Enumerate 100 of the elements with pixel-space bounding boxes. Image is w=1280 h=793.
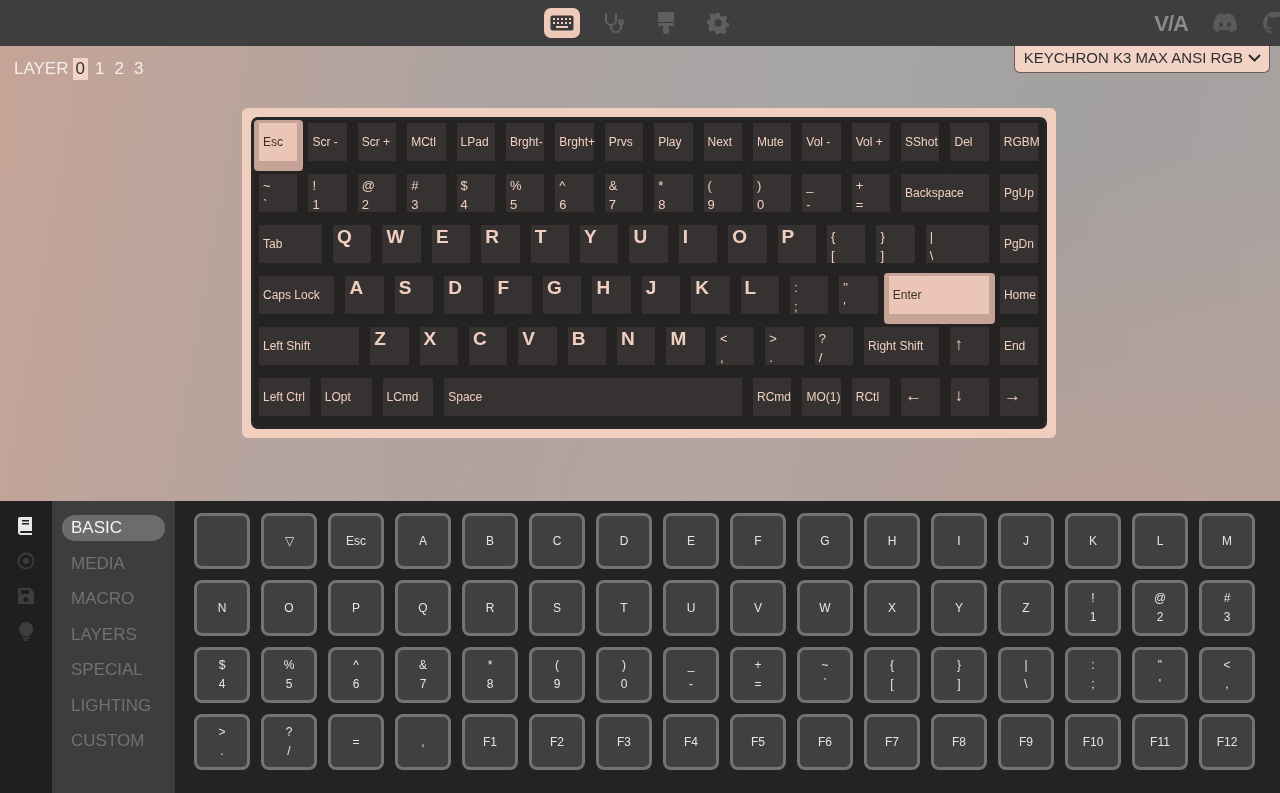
key[interactable]: ^ 6 xyxy=(550,171,600,222)
keycode-key[interactable]: F5 xyxy=(730,714,786,770)
keycode-key[interactable]: V xyxy=(730,580,786,636)
keycode-key[interactable]: A xyxy=(395,513,451,569)
key[interactable]: Vol + xyxy=(846,120,897,171)
key[interactable]: C xyxy=(463,324,514,375)
layer-tab[interactable]: 0 xyxy=(72,57,88,80)
key[interactable]: @ 2 xyxy=(352,171,403,222)
save-tab[interactable] xyxy=(15,585,37,607)
keycode-key[interactable]: I xyxy=(931,513,987,569)
key[interactable]: B xyxy=(562,324,613,375)
key[interactable]: → xyxy=(994,375,1045,426)
keycode-key[interactable]: J xyxy=(998,513,1054,569)
keycode-key[interactable]: + = xyxy=(730,647,786,703)
keycode-key[interactable]: T xyxy=(596,580,652,636)
keycode-key[interactable]: " ' xyxy=(1132,647,1188,703)
key[interactable]: ~ ` xyxy=(254,171,304,222)
keycode-key[interactable]: F6 xyxy=(797,714,853,770)
key[interactable]: Play xyxy=(649,120,699,171)
keycode-key[interactable]: E xyxy=(663,513,719,569)
keycode-key[interactable]: S xyxy=(529,580,585,636)
key[interactable]: W xyxy=(377,222,427,273)
keycode-key[interactable]: F3 xyxy=(596,714,652,770)
keycode-key[interactable]: F9 xyxy=(998,714,1054,770)
key[interactable]: Right Shift xyxy=(859,324,946,375)
key[interactable]: Tab xyxy=(254,222,329,273)
keycode-key[interactable]: F12 xyxy=(1199,714,1255,770)
key[interactable]: X xyxy=(414,324,464,375)
key[interactable]: + = xyxy=(846,171,897,222)
key[interactable]: Q xyxy=(328,222,378,273)
keycode-key[interactable]: ▽ xyxy=(261,513,317,569)
keycode-key[interactable]: R xyxy=(462,580,518,636)
key[interactable]: ← xyxy=(896,375,946,426)
key[interactable]: V xyxy=(513,324,563,375)
keycode-key[interactable]: H xyxy=(864,513,920,569)
keycode-key[interactable]: _ - xyxy=(663,647,719,703)
key[interactable]: Enter xyxy=(883,273,995,324)
keycode-key[interactable]: ~ ` xyxy=(797,647,853,703)
keycode-key[interactable]: : ; xyxy=(1065,647,1121,703)
keycode-key[interactable]: K xyxy=(1065,513,1121,569)
keycode-key[interactable]: G xyxy=(797,513,853,569)
key[interactable]: MO(1) xyxy=(797,375,847,426)
key[interactable]: < , xyxy=(710,324,761,375)
key[interactable]: RGBM xyxy=(994,120,1045,171)
key[interactable]: G xyxy=(538,273,588,324)
keycode-key[interactable]: Z xyxy=(998,580,1054,636)
key[interactable]: ↓ xyxy=(945,375,995,426)
keycode-key[interactable]: X xyxy=(864,580,920,636)
key[interactable]: ! 1 xyxy=(303,171,353,222)
key[interactable]: SShot xyxy=(896,120,946,171)
key[interactable]: D xyxy=(439,273,489,324)
key[interactable]: * 8 xyxy=(649,171,699,222)
key[interactable]: % 5 xyxy=(500,171,551,222)
keycode-key[interactable]: Esc xyxy=(328,513,384,569)
key[interactable]: " ' xyxy=(834,273,884,324)
key[interactable]: Left Ctrl xyxy=(254,375,316,426)
key[interactable]: I xyxy=(673,222,724,273)
keycode-key[interactable]: F xyxy=(730,513,786,569)
keycode-key[interactable]: ( 9 xyxy=(529,647,585,703)
keycode-key[interactable]: F11 xyxy=(1132,714,1188,770)
key[interactable]: _ - xyxy=(797,171,847,222)
key[interactable]: Z xyxy=(365,324,415,375)
keycode-key[interactable]: , xyxy=(395,714,451,770)
key[interactable]: Y xyxy=(575,222,625,273)
key[interactable]: M xyxy=(661,324,711,375)
keycode-key[interactable]: { [ xyxy=(864,647,920,703)
key[interactable]: O xyxy=(723,222,773,273)
key[interactable]: PgUp xyxy=(994,171,1045,222)
keycode-key[interactable]: F2 xyxy=(529,714,585,770)
keycode-key[interactable]: O xyxy=(261,580,317,636)
key[interactable]: PgDn xyxy=(994,222,1045,273)
keycode-key[interactable]: > . xyxy=(194,714,250,770)
key[interactable]: T xyxy=(525,222,576,273)
keycode-key[interactable]: % 5 xyxy=(261,647,317,703)
key[interactable]: MCtl xyxy=(402,120,452,171)
keycode-key[interactable]: = xyxy=(328,714,384,770)
key[interactable]: J xyxy=(636,273,687,324)
keycode-key[interactable]: F4 xyxy=(663,714,719,770)
key[interactable]: Brght+ xyxy=(550,120,600,171)
key[interactable]: RCtl xyxy=(846,375,897,426)
keycode-key[interactable]: P xyxy=(328,580,384,636)
key[interactable]: Space xyxy=(439,375,748,426)
key[interactable]: Brght- xyxy=(500,120,551,171)
key[interactable]: L xyxy=(735,273,785,324)
key[interactable]: ) 0 xyxy=(747,171,798,222)
key[interactable]: N xyxy=(612,324,662,375)
keycode-key[interactable]: ! 1 xyxy=(1065,580,1121,636)
keycode-key[interactable]: $ 4 xyxy=(194,647,250,703)
key[interactable]: End xyxy=(994,324,1045,375)
key[interactable]: RCmd xyxy=(748,375,798,426)
keycode-key[interactable]: * 8 xyxy=(462,647,518,703)
keycode-key[interactable]: < , xyxy=(1199,647,1255,703)
keycode-key[interactable]: | \ xyxy=(998,647,1054,703)
key[interactable]: # 3 xyxy=(402,171,452,222)
key[interactable]: R xyxy=(476,222,526,273)
key[interactable]: E xyxy=(426,222,477,273)
keycode-key[interactable]: F8 xyxy=(931,714,987,770)
keycode-key[interactable]: Y xyxy=(931,580,987,636)
keycode-key[interactable]: W xyxy=(797,580,853,636)
keycode-key[interactable] xyxy=(194,513,250,569)
